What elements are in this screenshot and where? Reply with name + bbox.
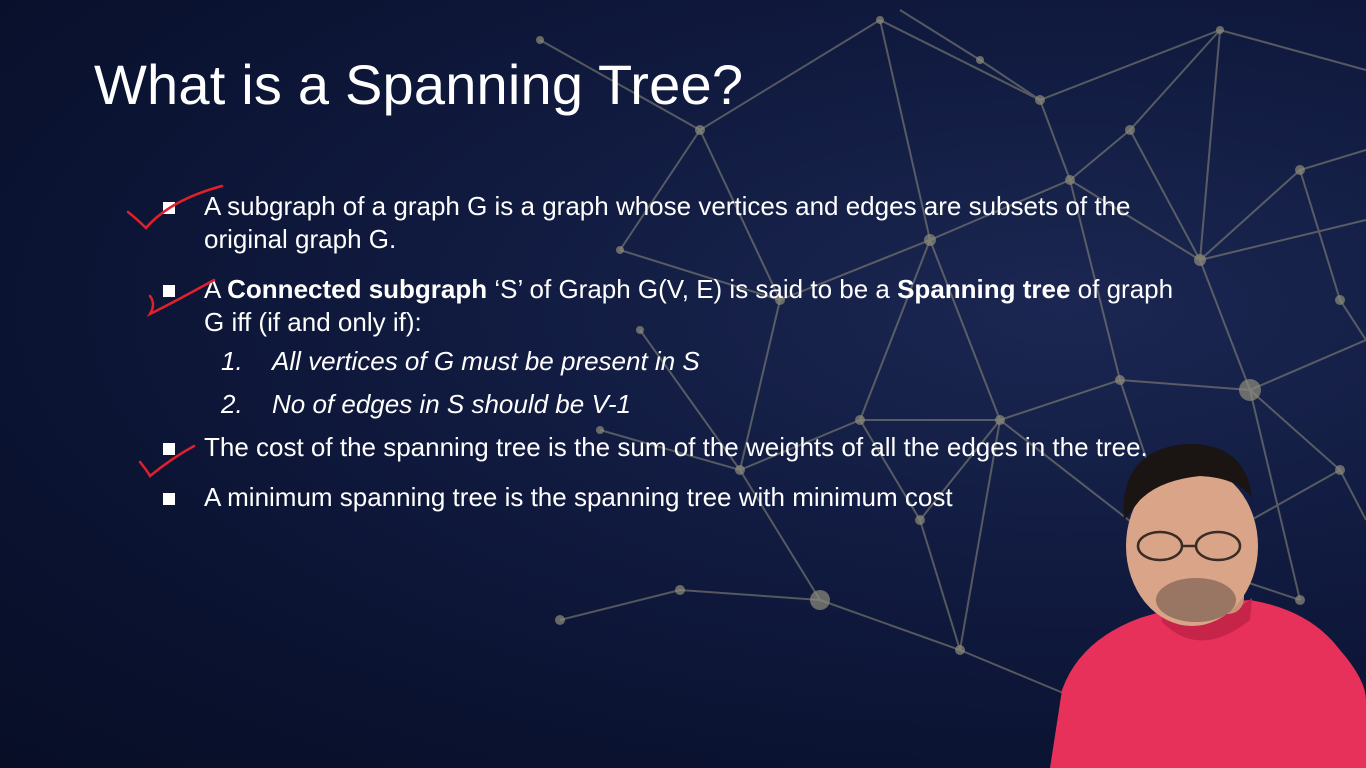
presenter-webcam	[1050, 443, 1366, 768]
presentation-slide: What is a Spanning Tree? A subgraph of a…	[0, 0, 1366, 768]
